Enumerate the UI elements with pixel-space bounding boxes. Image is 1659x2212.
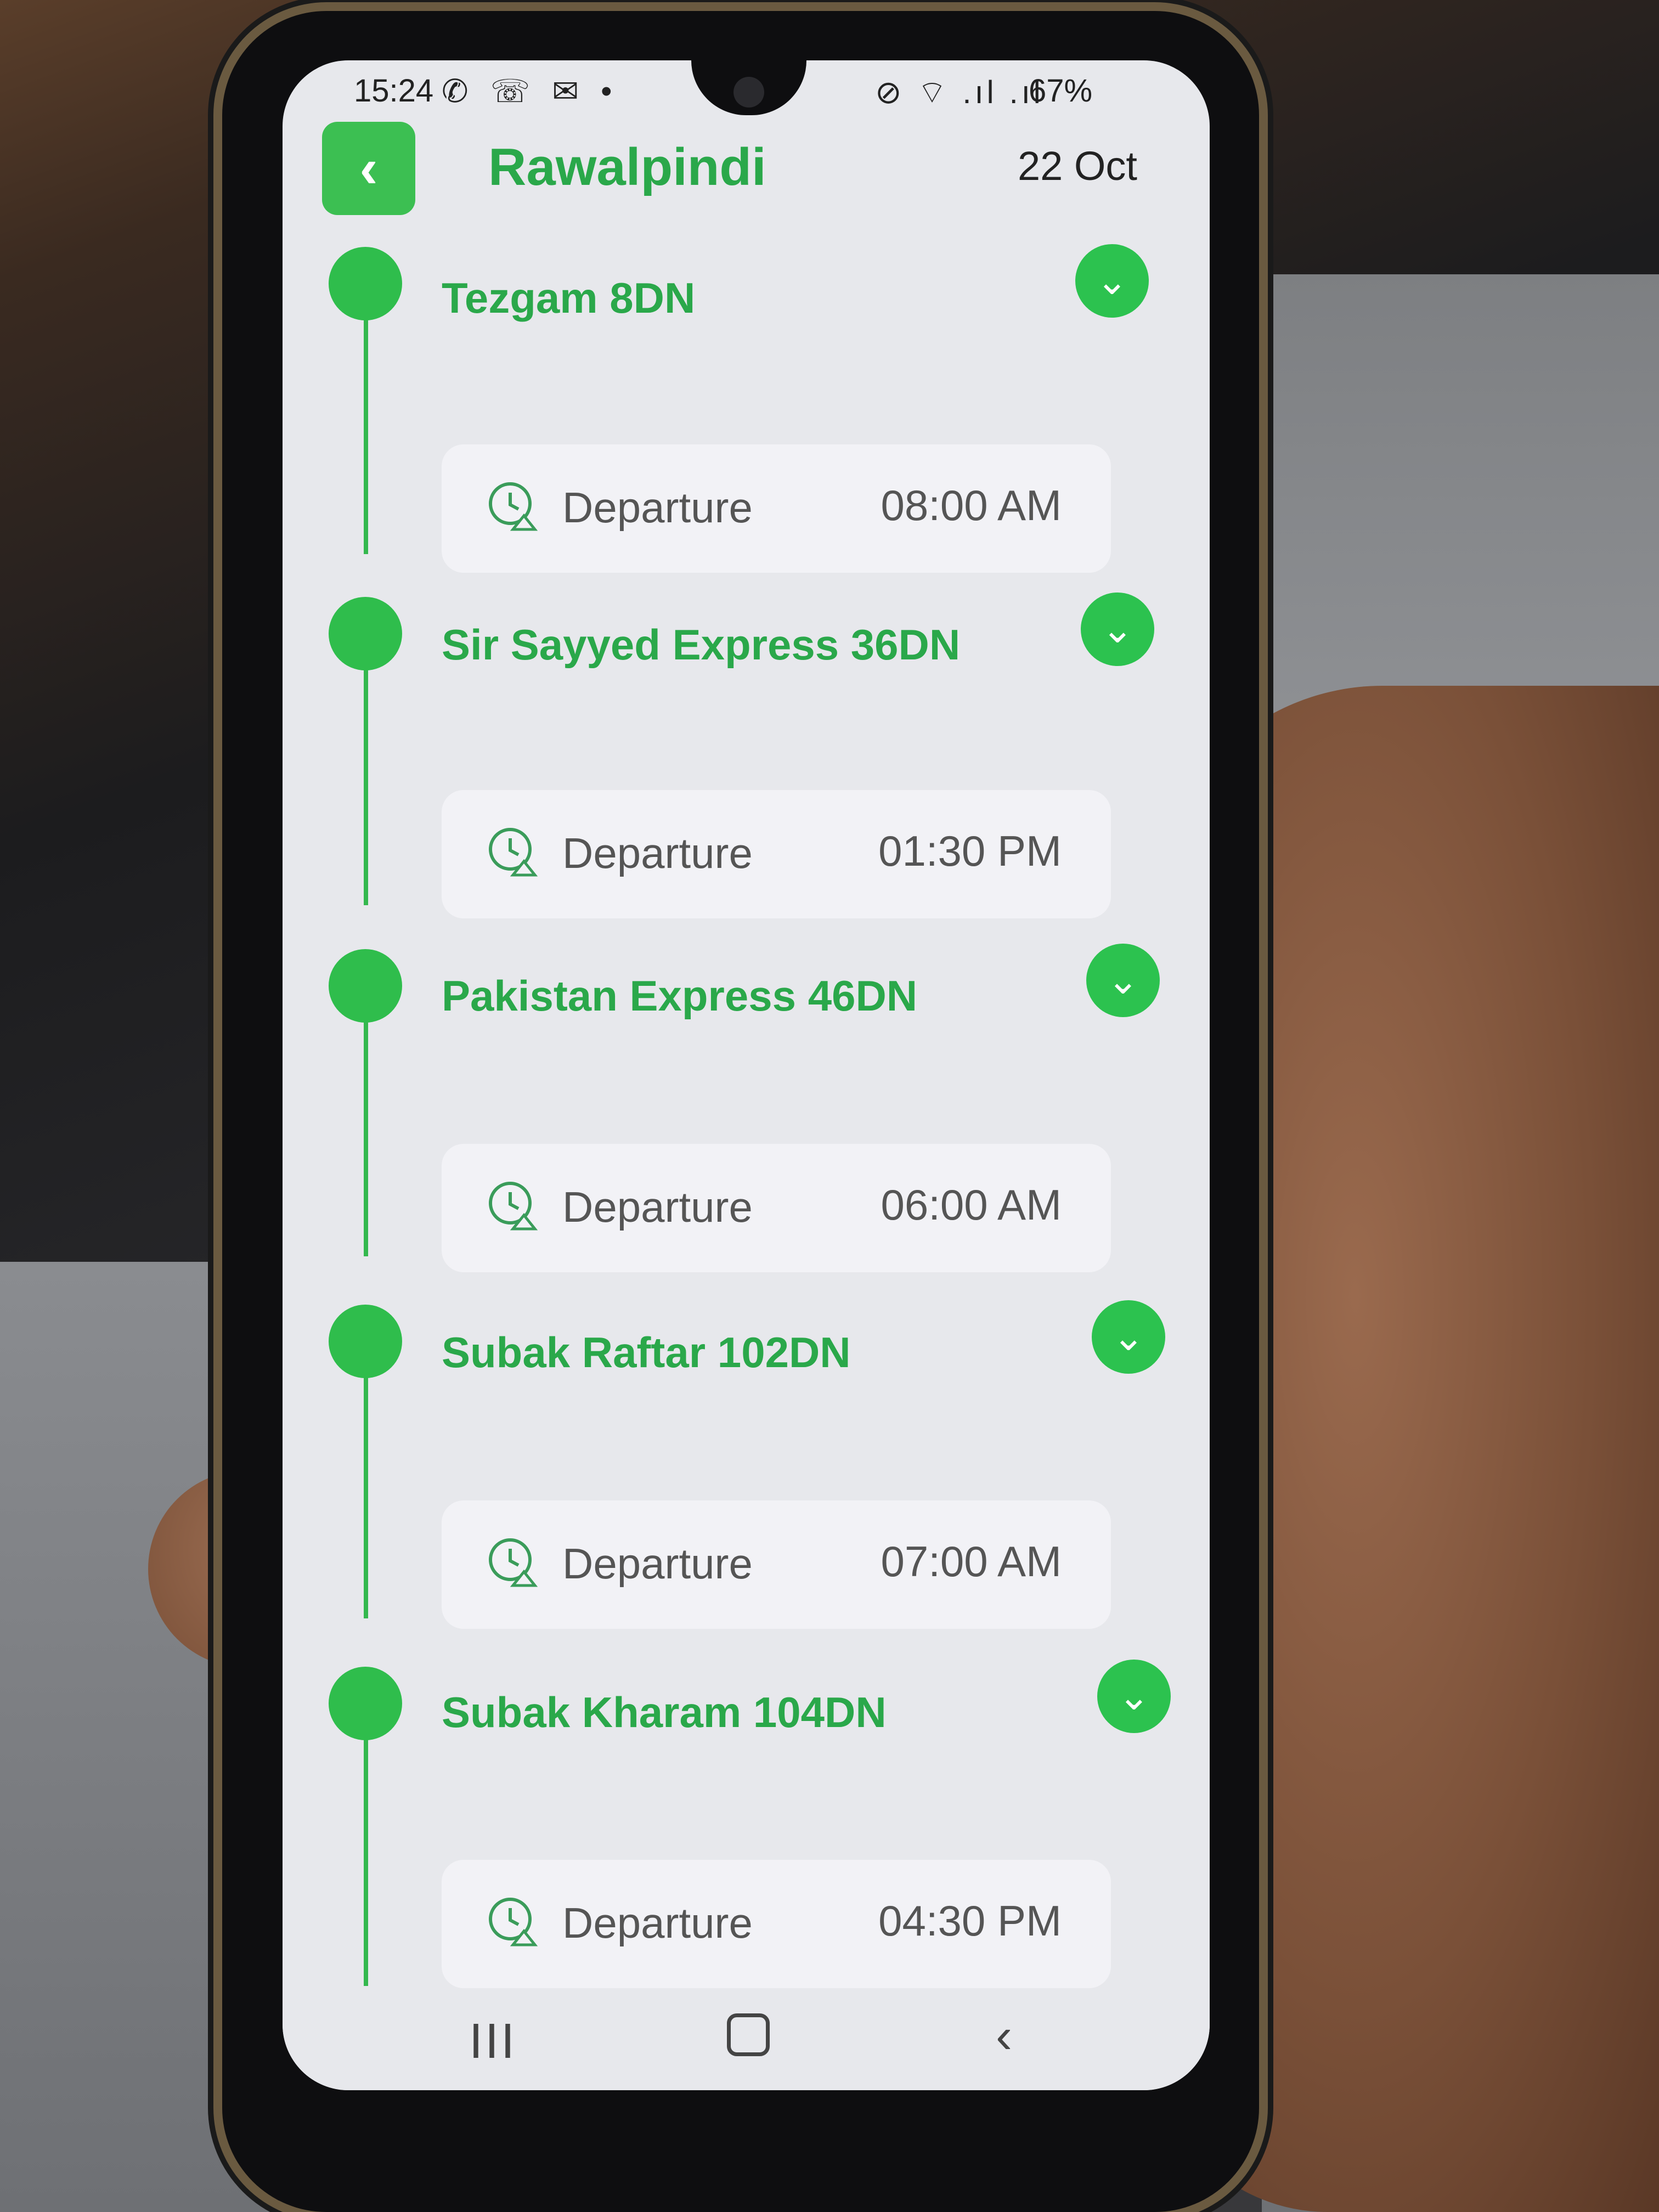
departure-card: Departure 01:30 PM bbox=[442, 790, 1111, 918]
signal-icons: ⊘ ⌔ .ıl .ıl bbox=[875, 75, 1044, 110]
clock-icon bbox=[489, 1898, 538, 1946]
system-nav-bar: III ‹ bbox=[283, 1991, 1210, 2090]
status-time: 15:24 bbox=[354, 73, 434, 109]
timeline-dot bbox=[329, 1305, 402, 1378]
train-name[interactable]: Pakistan Express 46DN bbox=[442, 971, 917, 1021]
page-date: 22 Oct bbox=[1018, 143, 1137, 189]
system-back-button[interactable]: ‹ bbox=[996, 2008, 1012, 2064]
status-bar: 15:24 ✆ ☏ ✉ • ⊘ ⌔ .ıl .ıl 67% bbox=[283, 60, 1210, 126]
departure-time: 08:00 AM bbox=[881, 481, 1062, 529]
departure-label: Departure bbox=[562, 829, 753, 877]
departure-card: Departure 07:00 AM bbox=[442, 1500, 1111, 1629]
train-name[interactable]: Subak Kharam 104DN bbox=[442, 1688, 887, 1737]
departure-label: Departure bbox=[562, 1539, 753, 1588]
chevron-down-icon: ⌄ bbox=[1118, 1675, 1150, 1718]
chevron-down-icon: ⌄ bbox=[1096, 259, 1128, 302]
chevron-down-icon: ⌄ bbox=[1101, 608, 1134, 651]
back-button[interactable]: ‹ bbox=[322, 122, 415, 215]
departure-card: Departure 06:00 AM bbox=[442, 1144, 1111, 1272]
expand-button[interactable]: ⌄ bbox=[1075, 244, 1149, 318]
timeline-line bbox=[364, 280, 368, 554]
clock-icon bbox=[489, 828, 538, 877]
expand-button[interactable]: ⌄ bbox=[1081, 592, 1154, 666]
departure-time: 04:30 PM bbox=[878, 1897, 1062, 1945]
timeline-line bbox=[364, 631, 368, 905]
departure-time: 07:00 AM bbox=[881, 1537, 1062, 1585]
departure-label: Departure bbox=[562, 1899, 753, 1947]
clock-icon bbox=[489, 482, 538, 531]
clock-icon bbox=[489, 1182, 538, 1231]
departure-label: Departure bbox=[562, 1183, 753, 1231]
expand-button[interactable]: ⌄ bbox=[1086, 944, 1160, 1017]
train-name[interactable]: Tezgam 8DN bbox=[442, 273, 695, 323]
expand-button[interactable]: ⌄ bbox=[1092, 1300, 1165, 1374]
departure-card: Departure 04:30 PM bbox=[442, 1860, 1111, 1988]
departure-card: Departure 08:00 AM bbox=[442, 444, 1111, 573]
departure-label: Departure bbox=[562, 483, 753, 532]
timeline-line bbox=[364, 1701, 368, 1986]
timeline-dot bbox=[329, 247, 402, 320]
timeline-dot bbox=[329, 1667, 402, 1740]
timeline-line bbox=[364, 982, 368, 1256]
notification-icons: ✆ ☏ ✉ • bbox=[442, 74, 619, 109]
train-name[interactable]: Subak Raftar 102DN bbox=[442, 1328, 851, 1378]
phone-screen: 15:24 ✆ ☏ ✉ • ⊘ ⌔ .ıl .ıl 67% ‹ Rawalpin… bbox=[283, 60, 1210, 2090]
chevron-down-icon: ⌄ bbox=[1112, 1316, 1145, 1358]
home-button[interactable] bbox=[727, 2013, 770, 2056]
recent-apps-button[interactable]: III bbox=[469, 2013, 517, 2070]
chevron-left-icon: ‹ bbox=[359, 138, 378, 199]
departure-time: 06:00 AM bbox=[881, 1181, 1062, 1229]
clock-icon bbox=[489, 1538, 538, 1587]
chevron-down-icon: ⌄ bbox=[1107, 959, 1139, 1002]
train-name[interactable]: Sir Sayyed Express 36DN bbox=[442, 620, 960, 670]
timeline-line bbox=[364, 1339, 368, 1618]
timeline-dot bbox=[329, 597, 402, 670]
timeline-dot bbox=[329, 949, 402, 1023]
expand-button[interactable]: ⌄ bbox=[1097, 1660, 1171, 1733]
page-title: Rawalpindi bbox=[488, 138, 766, 196]
battery-level: 67% bbox=[1029, 73, 1093, 109]
departure-time: 01:30 PM bbox=[878, 827, 1062, 875]
